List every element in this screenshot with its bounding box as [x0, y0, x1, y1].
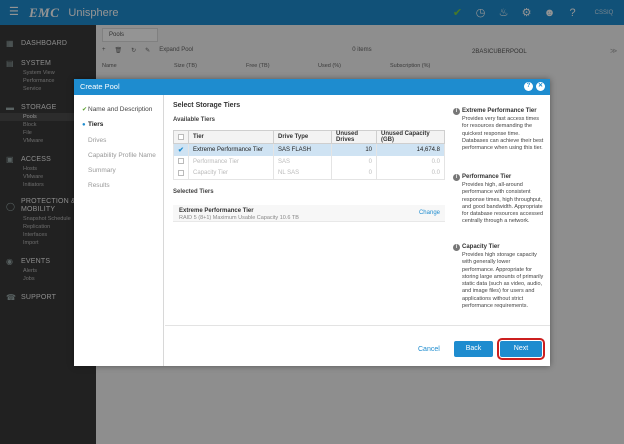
available-tiers-label: Available Tiers	[173, 117, 216, 123]
column-drive-type[interactable]: Drive Type	[273, 130, 332, 144]
step-summary: Summary	[88, 167, 116, 174]
tier-selection-content: Select Storage Tiers Available Tiers Tie…	[173, 95, 448, 325]
dialog-footer: Cancel Back Next	[165, 325, 550, 366]
selected-tiers-label: Selected Tiers	[173, 189, 214, 195]
check-icon: ✔	[178, 146, 184, 154]
select-all-checkbox[interactable]	[173, 130, 189, 144]
selected-tier-name: Extreme Performance Tier	[179, 208, 254, 214]
create-pool-dialog: Create Pool ? ✕ ✔Name and Description ● T…	[74, 79, 550, 366]
dialog-help-icon[interactable]: ?	[524, 82, 533, 91]
step-tiers[interactable]: ● Tiers	[82, 121, 103, 128]
table-row[interactable]: ✔ Extreme Performance Tier SAS FLASH 10 …	[173, 143, 445, 156]
step-drives: Drives	[88, 137, 107, 144]
column-unused-capacity[interactable]: Unused Capacity (GB)	[376, 130, 445, 144]
dialog-title-buttons: ? ✕	[524, 82, 545, 91]
wizard-steps: ✔Name and Description ● Tiers Drives Capa…	[74, 95, 164, 366]
tiers-table-header: Tier Drive Type Unused Drives Unused Cap…	[173, 130, 445, 144]
column-unused-drives[interactable]: Unused Drives	[331, 130, 377, 144]
info-icon: i	[453, 108, 460, 115]
info-icon: i	[453, 174, 460, 181]
cancel-button[interactable]: Cancel	[418, 346, 440, 353]
row-checkbox	[173, 155, 189, 168]
column-tier[interactable]: Tier	[188, 130, 274, 144]
next-button[interactable]: Next	[497, 338, 545, 360]
row-checkbox	[173, 167, 189, 180]
section-heading: Select Storage Tiers	[173, 102, 241, 109]
dialog-title: Create Pool	[74, 79, 550, 95]
info-icon: i	[453, 244, 460, 251]
step-name-and-description[interactable]: ✔Name and Description	[82, 106, 152, 113]
step-capability-profile-name: Capability Profile Name	[88, 152, 156, 159]
back-button[interactable]: Back	[454, 341, 493, 357]
row-checkbox[interactable]: ✔	[173, 143, 189, 156]
dialog-close-icon[interactable]: ✕	[536, 82, 545, 91]
step-results: Results	[88, 182, 110, 189]
table-row: Performance Tier SAS 0 0.0	[173, 155, 445, 168]
change-link[interactable]: Change	[419, 210, 440, 216]
table-row: Capacity Tier NL SAS 0 0.0	[173, 167, 445, 180]
selected-tier-item: Extreme Performance Tier RAID 5 (8+1) Ma…	[173, 205, 445, 222]
tiers-table: Tier Drive Type Unused Drives Unused Cap…	[173, 130, 445, 180]
selected-tier-detail: RAID 5 (8+1) Maximum Usable Capacity 10.…	[179, 215, 299, 221]
